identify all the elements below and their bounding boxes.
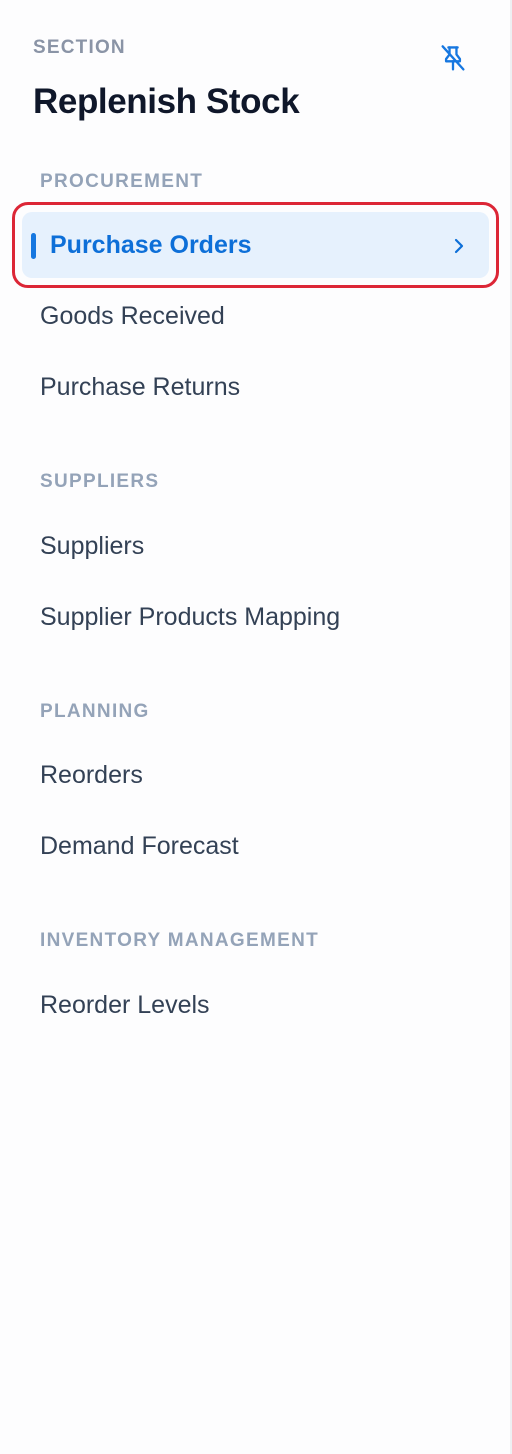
group-label-planning: PLANNING: [40, 701, 150, 722]
group-label-inventory-management: INVENTORY MANAGEMENT: [40, 930, 320, 951]
nav-item-supplier-products-mapping[interactable]: Supplier Products Mapping: [40, 601, 340, 633]
group-label-procurement: PROCUREMENT: [40, 171, 204, 192]
sidebar-header: SECTION Replenish Stock: [33, 36, 473, 122]
chevron-right-icon: [454, 238, 464, 254]
unpin-button[interactable]: [436, 42, 470, 76]
sidebar-panel: SECTION Replenish Stock PROCUREMENT Purc…: [0, 0, 512, 1454]
nav-item-goods-received[interactable]: Goods Received: [40, 300, 225, 332]
nav-item-reorders[interactable]: Reorders: [40, 759, 143, 791]
nav-item-reorder-levels[interactable]: Reorder Levels: [40, 989, 210, 1021]
nav-item-purchase-orders[interactable]: Purchase Orders: [22, 212, 489, 278]
group-label-suppliers: SUPPLIERS: [40, 471, 160, 492]
section-eyebrow: SECTION: [33, 37, 126, 58]
nav-item-label: Purchase Orders: [50, 231, 252, 259]
nav-item-purchase-returns[interactable]: Purchase Returns: [40, 371, 240, 403]
nav-item-demand-forecast[interactable]: Demand Forecast: [40, 830, 239, 862]
highlight-outline: Purchase Orders: [12, 202, 499, 288]
page-title: Replenish Stock: [33, 82, 300, 121]
active-indicator: [31, 233, 36, 259]
nav-item-suppliers[interactable]: Suppliers: [40, 530, 144, 562]
pin-off-icon: [441, 45, 465, 71]
